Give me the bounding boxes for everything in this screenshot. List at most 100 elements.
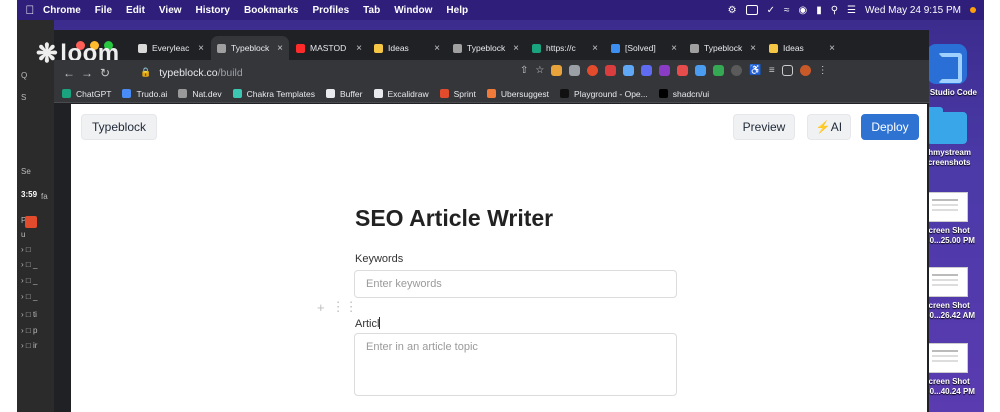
bookmark-item[interactable]: Ubersuggest: [486, 89, 549, 99]
tab-close-icon[interactable]: ×: [667, 43, 677, 54]
typeblock-home-button[interactable]: Typeblock: [81, 114, 157, 140]
menu-profiles[interactable]: Profiles: [312, 5, 349, 16]
reload-icon[interactable]: ↻: [96, 66, 114, 80]
tab-favicon-icon: [769, 43, 778, 53]
browser-tab[interactable]: [Solved] ×: [605, 36, 683, 60]
browser-tab[interactable]: Ideas ×: [368, 36, 446, 60]
preview-button[interactable]: Preview: [733, 114, 795, 140]
bookmark-item[interactable]: Sprint: [439, 89, 476, 99]
bookmark-item[interactable]: Excalidraw: [373, 89, 429, 99]
extension-icon[interactable]: [713, 65, 725, 76]
search-icon[interactable]: ⚲: [831, 5, 838, 16]
profile-avatar[interactable]: [799, 65, 811, 76]
bg-app-row[interactable]: Se: [21, 167, 31, 176]
extension-icon[interactable]: [677, 65, 689, 76]
menu-view[interactable]: View: [159, 5, 182, 16]
browser-tab[interactable]: https://c ×: [526, 36, 604, 60]
extension-icon[interactable]: [587, 65, 599, 76]
bg-app-row[interactable]: › □ ir: [21, 341, 37, 350]
reading-list-icon[interactable]: ≡: [769, 65, 775, 76]
menu-window[interactable]: Window: [394, 5, 432, 16]
display-icon[interactable]: [745, 5, 758, 15]
bookmark-item[interactable]: Chakra Templates: [232, 89, 315, 99]
bg-app-row[interactable]: › □ _: [21, 260, 37, 269]
wifi-icon[interactable]: ≈: [784, 5, 790, 16]
menu-help[interactable]: Help: [446, 5, 468, 16]
tab-label: https://c: [546, 43, 576, 53]
clock[interactable]: Wed May 24 9:15 PM: [865, 5, 961, 16]
tab-close-icon[interactable]: ×: [194, 43, 204, 54]
tab-close-icon[interactable]: ×: [509, 43, 519, 54]
screenshot-thumbnail-icon: [925, 192, 968, 222]
kebab-menu-icon[interactable]: ⋮: [818, 65, 828, 76]
bg-app-row[interactable]: › □ _: [21, 292, 37, 301]
block-handle[interactable]: + ⋮⋮: [317, 299, 358, 315]
plus-icon[interactable]: +: [317, 300, 325, 315]
puzzle-icon[interactable]: ♿: [749, 65, 761, 76]
bg-app-row[interactable]: u: [21, 230, 25, 239]
tab-label: Typeblock: [704, 43, 743, 53]
tab-close-icon[interactable]: ×: [588, 43, 598, 54]
ai-button[interactable]: ⚡AI: [807, 114, 851, 140]
extension-icon[interactable]: [569, 65, 581, 76]
battery-icon[interactable]: ▮: [816, 5, 822, 16]
sidepanel-icon[interactable]: [781, 65, 793, 76]
screenshot-thumbnail-icon: [925, 267, 968, 297]
bookmark-star-icon[interactable]: ☆: [535, 65, 544, 76]
extension-icon[interactable]: [695, 65, 707, 76]
browser-tab[interactable]: Everyleac ×: [132, 36, 210, 60]
tab-close-icon[interactable]: ×: [746, 43, 756, 54]
bg-app-row[interactable]: fa: [41, 192, 48, 201]
browser-tab[interactable]: MASTOD ×: [290, 36, 368, 60]
gear-icon[interactable]: ⚙: [728, 5, 737, 16]
drag-handle-icon[interactable]: ⋮⋮: [332, 299, 358, 315]
bg-app-row[interactable]: › □ p: [21, 326, 37, 335]
tab-close-icon[interactable]: ×: [430, 43, 440, 54]
article-label[interactable]: Articl: [355, 317, 381, 330]
menu-tab[interactable]: Tab: [363, 5, 380, 16]
share-icon[interactable]: ⇧: [520, 65, 528, 76]
extension-icon[interactable]: [551, 65, 563, 76]
extension-icon[interactable]: [659, 65, 671, 76]
menu-edit[interactable]: Edit: [126, 5, 145, 16]
extension-icon[interactable]: [731, 65, 743, 76]
browser-tab[interactable]: Typeblock ×: [211, 36, 289, 60]
bookmark-item[interactable]: Nat.dev: [178, 89, 222, 99]
bg-app-row[interactable]: › □ ti: [21, 310, 37, 319]
browser-tab[interactable]: Typeblock ×: [447, 36, 525, 60]
bg-app-row[interactable]: Q: [21, 71, 27, 80]
bg-app-row[interactable]: › □ _: [21, 276, 37, 285]
bg-app-row[interactable]: › □: [21, 245, 31, 254]
bookmark-item[interactable]: Playground - Ope...: [560, 89, 648, 99]
tab-close-icon[interactable]: ×: [825, 43, 835, 54]
bg-app-row[interactable]: S: [21, 93, 26, 102]
control-center-icon[interactable]: ☰: [847, 5, 856, 16]
browser-tab[interactable]: Ideas ×: [763, 36, 841, 60]
bookmark-item[interactable]: Buffer: [325, 89, 363, 99]
address-bar[interactable]: 🔒 typeblock.co/build: [140, 63, 520, 82]
tab-close-icon[interactable]: ×: [273, 43, 283, 54]
menu-history[interactable]: History: [196, 5, 230, 16]
extension-icon[interactable]: [623, 65, 635, 76]
menu-file[interactable]: File: [95, 5, 112, 16]
bookmark-favicon-icon: [232, 89, 242, 98]
back-arrow-icon[interactable]: ←: [60, 66, 78, 80]
tab-close-icon[interactable]: ×: [352, 43, 362, 54]
bookmark-item[interactable]: shadcn/ui: [658, 89, 709, 99]
keywords-input[interactable]: Enter keywords: [354, 270, 677, 298]
browser-tab[interactable]: Typeblock ×: [684, 36, 762, 60]
forward-arrow-icon[interactable]: →: [78, 66, 96, 80]
record-icon[interactable]: ◉: [798, 5, 807, 16]
extension-icon[interactable]: [605, 65, 617, 76]
article-topic-textarea[interactable]: Enter in an article topic: [354, 333, 677, 396]
menu-app-name[interactable]: Chrome: [43, 5, 81, 16]
shortcut-icon[interactable]: ✓: [767, 5, 775, 16]
bookmark-label: Playground - Ope...: [574, 88, 648, 99]
bookmark-item[interactable]: ChatGPT: [62, 89, 111, 99]
apple-icon[interactable]: : [17, 3, 43, 17]
bookmark-item[interactable]: Trudo.ai: [122, 89, 167, 99]
extension-icon[interactable]: [641, 65, 653, 76]
lock-icon[interactable]: 🔒: [140, 67, 151, 78]
deploy-button[interactable]: Deploy: [861, 114, 919, 140]
menu-bookmarks[interactable]: Bookmarks: [244, 5, 298, 16]
